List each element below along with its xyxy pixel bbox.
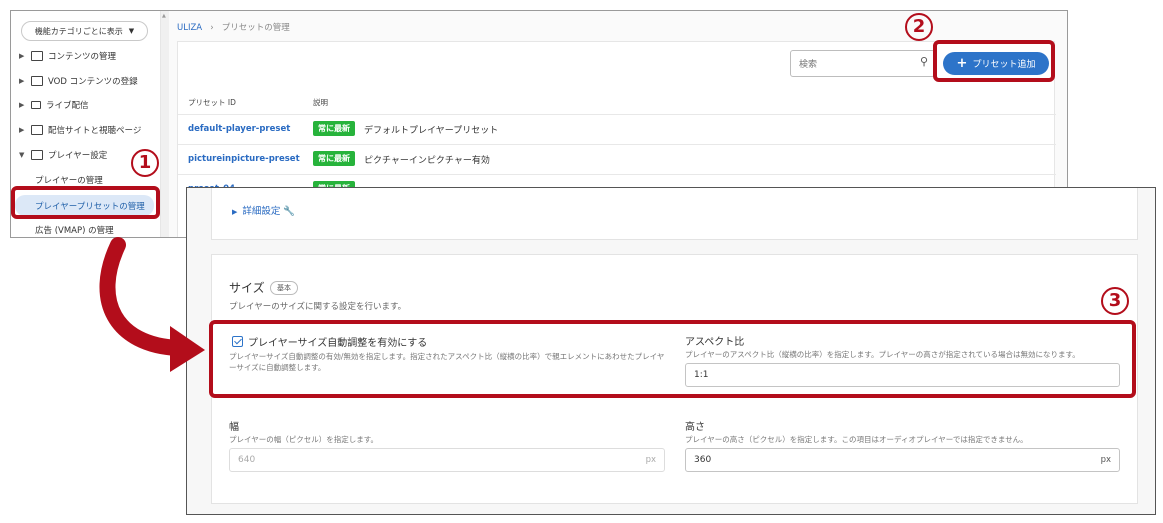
annotation-number-1: 1: [131, 146, 159, 177]
highlight-add-button: [933, 40, 1055, 82]
highlight-preset-menu: [11, 186, 160, 219]
highlight-size-settings: [209, 320, 1136, 398]
annotation-number-3: 3: [1101, 284, 1129, 315]
annotation-number-2: 2: [905, 10, 933, 41]
stage: 機能カテゴリごとに表示 ▼ ▶ コンテンツの管理 ▶ VOD コンテンツの登録 …: [0, 0, 1163, 523]
